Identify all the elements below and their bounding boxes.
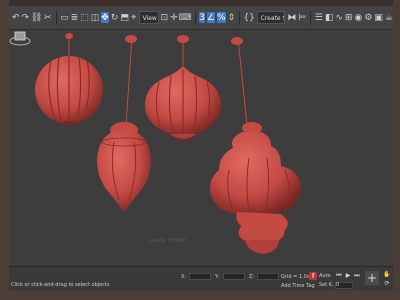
undo-icon[interactable]: ↶ — [12, 12, 20, 23]
select-manipulate-icon[interactable]: ✛ — [170, 12, 178, 23]
viewport-scene: Lamp model — [35, 33, 301, 255]
toggle-scene-explorer-icon[interactable]: ☰ — [315, 12, 323, 23]
x-coordinate-label: X: — [181, 274, 187, 280]
rendered-frame-window-icon[interactable]: ▣ — [374, 12, 383, 23]
toolbar-divider — [55, 10, 57, 25]
spinner-snap-icon[interactable]: ⇕ — [228, 12, 236, 23]
material-editor-icon[interactable]: ◉ — [354, 12, 362, 23]
move-icon[interactable]: ✥ — [101, 12, 109, 23]
pivot-icon[interactable]: ⊡ — [161, 12, 169, 23]
selection-set-dropdown[interactable]: Create Selection Set — [256, 11, 286, 24]
play-icon[interactable]: ▶ — [344, 272, 352, 280]
percent-snap-icon[interactable]: % — [217, 12, 226, 23]
select-object-icon[interactable]: ▭ — [60, 12, 69, 23]
main-toolbar: ↶ ↷ ⛓ ✂ ▭ ≣ ⬚ ◫ ✥ ↻ ⬒ ⌖ View ⊡ ✛ ⌨ 3 ∠ %… — [9, 6, 393, 30]
window-crossing-icon[interactable]: ◫ — [91, 12, 100, 23]
render-setup-icon[interactable]: ⚙ — [364, 12, 372, 23]
y-coordinate-label: Y: — [215, 274, 220, 280]
redo-icon[interactable]: ↷ — [22, 12, 30, 23]
status-bar: Click or click-and-drag to select object… — [9, 266, 393, 292]
set-key-button[interactable]: Set K. — [319, 282, 334, 288]
add-time-tag-button[interactable]: Add Time Tag — [281, 283, 315, 289]
align-icon[interactable]: ⊨ — [298, 12, 306, 23]
link-icon[interactable]: ⛓ — [31, 12, 42, 23]
photo-frame-bottom — [0, 291, 400, 300]
photo-frame-left — [0, 0, 9, 300]
go-to-end-icon[interactable]: ⏭ — [353, 272, 361, 280]
z-coordinate-label: Z: — [249, 274, 255, 280]
pendant-lamp-teardrop[interactable] — [97, 35, 151, 212]
zoom-plus-icon[interactable]: + — [365, 271, 379, 285]
current-frame-field[interactable]: 0 — [335, 282, 353, 289]
x-coordinate-field[interactable] — [189, 273, 211, 280]
orbit-icon[interactable]: ⟳ — [383, 280, 391, 288]
photo-frame-right — [393, 0, 400, 300]
viewcube-icon[interactable] — [9, 30, 31, 46]
angle-snap-icon[interactable]: ∠ — [206, 12, 215, 23]
snaps-toggle-icon[interactable]: 3 — [199, 12, 205, 23]
auto-key-button[interactable]: Auto — [319, 273, 331, 279]
render-icon[interactable]: ☕ — [385, 12, 393, 23]
layer-explorer-icon[interactable]: ◧ — [325, 12, 334, 23]
perspective-viewport[interactable]: Lamp model — [9, 30, 393, 266]
mirror-icon[interactable]: ⧓ — [287, 12, 296, 23]
pendant-lamp-onion[interactable] — [145, 35, 221, 146]
edit-named-selections-icon[interactable]: {} — [243, 12, 254, 23]
scale-icon[interactable]: ⬒ — [120, 12, 129, 23]
pan-icon[interactable]: ✋ — [383, 271, 391, 279]
schematic-view-icon[interactable]: ⊞ — [345, 12, 353, 23]
reference-coord-dropdown[interactable]: View — [138, 11, 159, 24]
curve-editor-icon[interactable]: ∿ — [335, 12, 343, 23]
toolbar-divider — [194, 10, 196, 25]
z-coordinate-field[interactable] — [257, 273, 279, 280]
toolbar-divider — [239, 10, 240, 25]
y-coordinate-field[interactable] — [223, 273, 245, 280]
viewport-watermark: Lamp model — [149, 237, 187, 244]
go-to-start-icon[interactable]: ⏮ — [335, 272, 343, 280]
keyboard-shortcut-icon[interactable]: ⌨ — [179, 12, 192, 23]
status-prompt: Click or click-and-drag to select object… — [11, 282, 110, 288]
rotate-icon[interactable]: ↻ — [111, 12, 119, 23]
set-key-icon[interactable]: ⚷ — [309, 272, 317, 280]
pendant-lamp-stacked-gourd[interactable] — [210, 37, 301, 255]
select-region-icon[interactable]: ⬚ — [80, 12, 89, 23]
select-by-name-icon[interactable]: ≣ — [71, 12, 79, 23]
toolbar-divider — [310, 10, 311, 25]
unlink-icon[interactable]: ✂ — [44, 12, 52, 23]
pendant-lamp-ribbed-sphere[interactable] — [35, 33, 103, 125]
place-icon[interactable]: ⌖ — [131, 12, 137, 23]
